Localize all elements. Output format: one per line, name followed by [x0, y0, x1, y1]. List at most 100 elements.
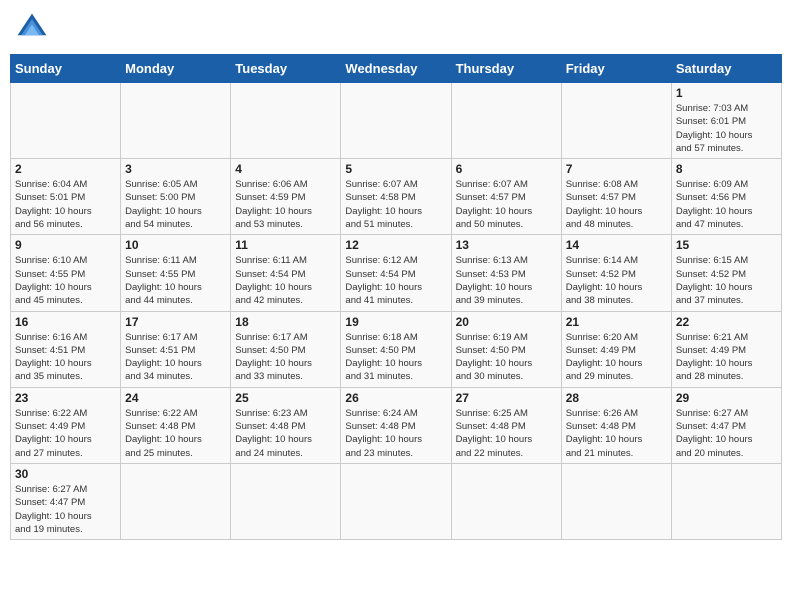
calendar-cell: 10 Sunrise: 6:11 AM Sunset: 4:55 PM Dayli… [121, 235, 231, 311]
calendar-week-row: 16Sunrise: 6:16 AM Sunset: 4:51 PM Dayli… [11, 311, 782, 387]
day-info: Sunrise: 7:03 AM Sunset: 6:01 PM Dayligh… [676, 102, 777, 155]
day-number: 15 [676, 238, 777, 252]
calendar-cell: 27 Sunrise: 6:25 AM Sunset: 4:48 PM Dayli… [451, 387, 561, 463]
day-info: Sunrise: 6:17 AM Sunset: 4:50 PM Dayligh… [235, 331, 336, 384]
calendar-cell: 28Sunrise: 6:26 AM Sunset: 4:48 PM Dayli… [561, 387, 671, 463]
day-info: Sunrise: 6:24 AM Sunset: 4:48 PM Dayligh… [345, 407, 446, 460]
calendar-cell: 14 Sunrise: 6:14 AM Sunset: 4:52 PM Dayli… [561, 235, 671, 311]
calendar-cell: 3 Sunrise: 6:05 AM Sunset: 5:00 PM Daylig… [121, 159, 231, 235]
day-info: Sunrise: 6:08 AM Sunset: 4:57 PM Dayligh… [566, 178, 667, 231]
calendar-cell: 9 Sunrise: 6:10 AM Sunset: 4:55 PM Daylig… [11, 235, 121, 311]
day-number: 3 [125, 162, 226, 176]
calendar-cell: 13Sunrise: 6:13 AM Sunset: 4:53 PM Dayli… [451, 235, 561, 311]
day-info: Sunrise: 6:06 AM Sunset: 4:59 PM Dayligh… [235, 178, 336, 231]
day-number: 4 [235, 162, 336, 176]
calendar-cell: 24 Sunrise: 6:22 AM Sunset: 4:48 PM Dayli… [121, 387, 231, 463]
day-info: Sunrise: 6:14 AM Sunset: 4:52 PM Dayligh… [566, 254, 667, 307]
day-info: Sunrise: 6:15 AM Sunset: 4:52 PM Dayligh… [676, 254, 777, 307]
weekday-header-tuesday: Tuesday [231, 55, 341, 83]
calendar-cell: 19Sunrise: 6:18 AM Sunset: 4:50 PM Dayli… [341, 311, 451, 387]
day-number: 6 [456, 162, 557, 176]
day-info: Sunrise: 6:07 AM Sunset: 4:58 PM Dayligh… [345, 178, 446, 231]
calendar-cell [11, 83, 121, 159]
day-info: Sunrise: 6:10 AM Sunset: 4:55 PM Dayligh… [15, 254, 116, 307]
day-number: 14 [566, 238, 667, 252]
calendar-cell: 20 Sunrise: 6:19 AM Sunset: 4:50 PM Dayli… [451, 311, 561, 387]
day-number: 8 [676, 162, 777, 176]
day-info: Sunrise: 6:17 AM Sunset: 4:51 PM Dayligh… [125, 331, 226, 384]
calendar-cell: 30 Sunrise: 6:27 AM Sunset: 4:47 PM Dayli… [11, 463, 121, 539]
day-number: 11 [235, 238, 336, 252]
day-info: Sunrise: 6:04 AM Sunset: 5:01 PM Dayligh… [15, 178, 116, 231]
header [10, 10, 782, 46]
calendar-cell [451, 83, 561, 159]
calendar-cell [121, 83, 231, 159]
day-info: Sunrise: 6:26 AM Sunset: 4:48 PM Dayligh… [566, 407, 667, 460]
day-info: Sunrise: 6:19 AM Sunset: 4:50 PM Dayligh… [456, 331, 557, 384]
day-info: Sunrise: 6:23 AM Sunset: 4:48 PM Dayligh… [235, 407, 336, 460]
calendar-cell: 5 Sunrise: 6:07 AM Sunset: 4:58 PM Daylig… [341, 159, 451, 235]
calendar-week-row: 1 Sunrise: 7:03 AM Sunset: 6:01 PM Daylig… [11, 83, 782, 159]
weekday-header-row: SundayMondayTuesdayWednesdayThursdayFrid… [11, 55, 782, 83]
calendar-cell [341, 83, 451, 159]
day-number: 19 [345, 315, 446, 329]
day-number: 26 [345, 391, 446, 405]
calendar-cell: 29 Sunrise: 6:27 AM Sunset: 4:47 PM Dayli… [671, 387, 781, 463]
day-info: Sunrise: 6:27 AM Sunset: 4:47 PM Dayligh… [15, 483, 116, 536]
calendar-week-row: 2Sunrise: 6:04 AM Sunset: 5:01 PM Daylig… [11, 159, 782, 235]
calendar-cell: 2Sunrise: 6:04 AM Sunset: 5:01 PM Daylig… [11, 159, 121, 235]
day-number: 30 [15, 467, 116, 481]
day-info: Sunrise: 6:21 AM Sunset: 4:49 PM Dayligh… [676, 331, 777, 384]
day-number: 7 [566, 162, 667, 176]
day-number: 13 [456, 238, 557, 252]
weekday-header-thursday: Thursday [451, 55, 561, 83]
calendar-cell [561, 83, 671, 159]
calendar-cell: 16Sunrise: 6:16 AM Sunset: 4:51 PM Dayli… [11, 311, 121, 387]
calendar-cell: 4 Sunrise: 6:06 AM Sunset: 4:59 PM Daylig… [231, 159, 341, 235]
day-number: 18 [235, 315, 336, 329]
day-number: 1 [676, 86, 777, 100]
day-info: Sunrise: 6:22 AM Sunset: 4:48 PM Dayligh… [125, 407, 226, 460]
calendar-table: SundayMondayTuesdayWednesdayThursdayFrid… [10, 54, 782, 540]
calendar-cell [561, 463, 671, 539]
day-number: 20 [456, 315, 557, 329]
calendar-cell [451, 463, 561, 539]
calendar-cell: 26 Sunrise: 6:24 AM Sunset: 4:48 PM Dayli… [341, 387, 451, 463]
calendar-cell: 25 Sunrise: 6:23 AM Sunset: 4:48 PM Dayli… [231, 387, 341, 463]
day-number: 27 [456, 391, 557, 405]
calendar-cell: 21Sunrise: 6:20 AM Sunset: 4:49 PM Dayli… [561, 311, 671, 387]
day-info: Sunrise: 6:11 AM Sunset: 4:55 PM Dayligh… [125, 254, 226, 307]
weekday-header-saturday: Saturday [671, 55, 781, 83]
day-number: 10 [125, 238, 226, 252]
day-info: Sunrise: 6:12 AM Sunset: 4:54 PM Dayligh… [345, 254, 446, 307]
calendar-week-row: 23Sunrise: 6:22 AM Sunset: 4:49 PM Dayli… [11, 387, 782, 463]
calendar-week-row: 9 Sunrise: 6:10 AM Sunset: 4:55 PM Daylig… [11, 235, 782, 311]
day-info: Sunrise: 6:27 AM Sunset: 4:47 PM Dayligh… [676, 407, 777, 460]
calendar-cell: 12Sunrise: 6:12 AM Sunset: 4:54 PM Dayli… [341, 235, 451, 311]
calendar-cell [231, 463, 341, 539]
calendar-cell [671, 463, 781, 539]
calendar-cell: 22Sunrise: 6:21 AM Sunset: 4:49 PM Dayli… [671, 311, 781, 387]
day-number: 5 [345, 162, 446, 176]
logo [14, 10, 54, 46]
day-number: 24 [125, 391, 226, 405]
day-number: 9 [15, 238, 116, 252]
day-number: 21 [566, 315, 667, 329]
calendar-cell: 11 Sunrise: 6:11 AM Sunset: 4:54 PM Dayli… [231, 235, 341, 311]
calendar-week-row: 30 Sunrise: 6:27 AM Sunset: 4:47 PM Dayli… [11, 463, 782, 539]
day-info: Sunrise: 6:22 AM Sunset: 4:49 PM Dayligh… [15, 407, 116, 460]
day-info: Sunrise: 6:16 AM Sunset: 4:51 PM Dayligh… [15, 331, 116, 384]
calendar-cell: 1 Sunrise: 7:03 AM Sunset: 6:01 PM Daylig… [671, 83, 781, 159]
day-info: Sunrise: 6:05 AM Sunset: 5:00 PM Dayligh… [125, 178, 226, 231]
weekday-header-monday: Monday [121, 55, 231, 83]
day-number: 25 [235, 391, 336, 405]
day-number: 29 [676, 391, 777, 405]
weekday-header-friday: Friday [561, 55, 671, 83]
day-info: Sunrise: 6:11 AM Sunset: 4:54 PM Dayligh… [235, 254, 336, 307]
day-info: Sunrise: 6:25 AM Sunset: 4:48 PM Dayligh… [456, 407, 557, 460]
calendar-cell: 6Sunrise: 6:07 AM Sunset: 4:57 PM Daylig… [451, 159, 561, 235]
calendar-cell: 17 Sunrise: 6:17 AM Sunset: 4:51 PM Dayli… [121, 311, 231, 387]
day-number: 17 [125, 315, 226, 329]
day-info: Sunrise: 6:09 AM Sunset: 4:56 PM Dayligh… [676, 178, 777, 231]
calendar-cell: 18 Sunrise: 6:17 AM Sunset: 4:50 PM Dayli… [231, 311, 341, 387]
